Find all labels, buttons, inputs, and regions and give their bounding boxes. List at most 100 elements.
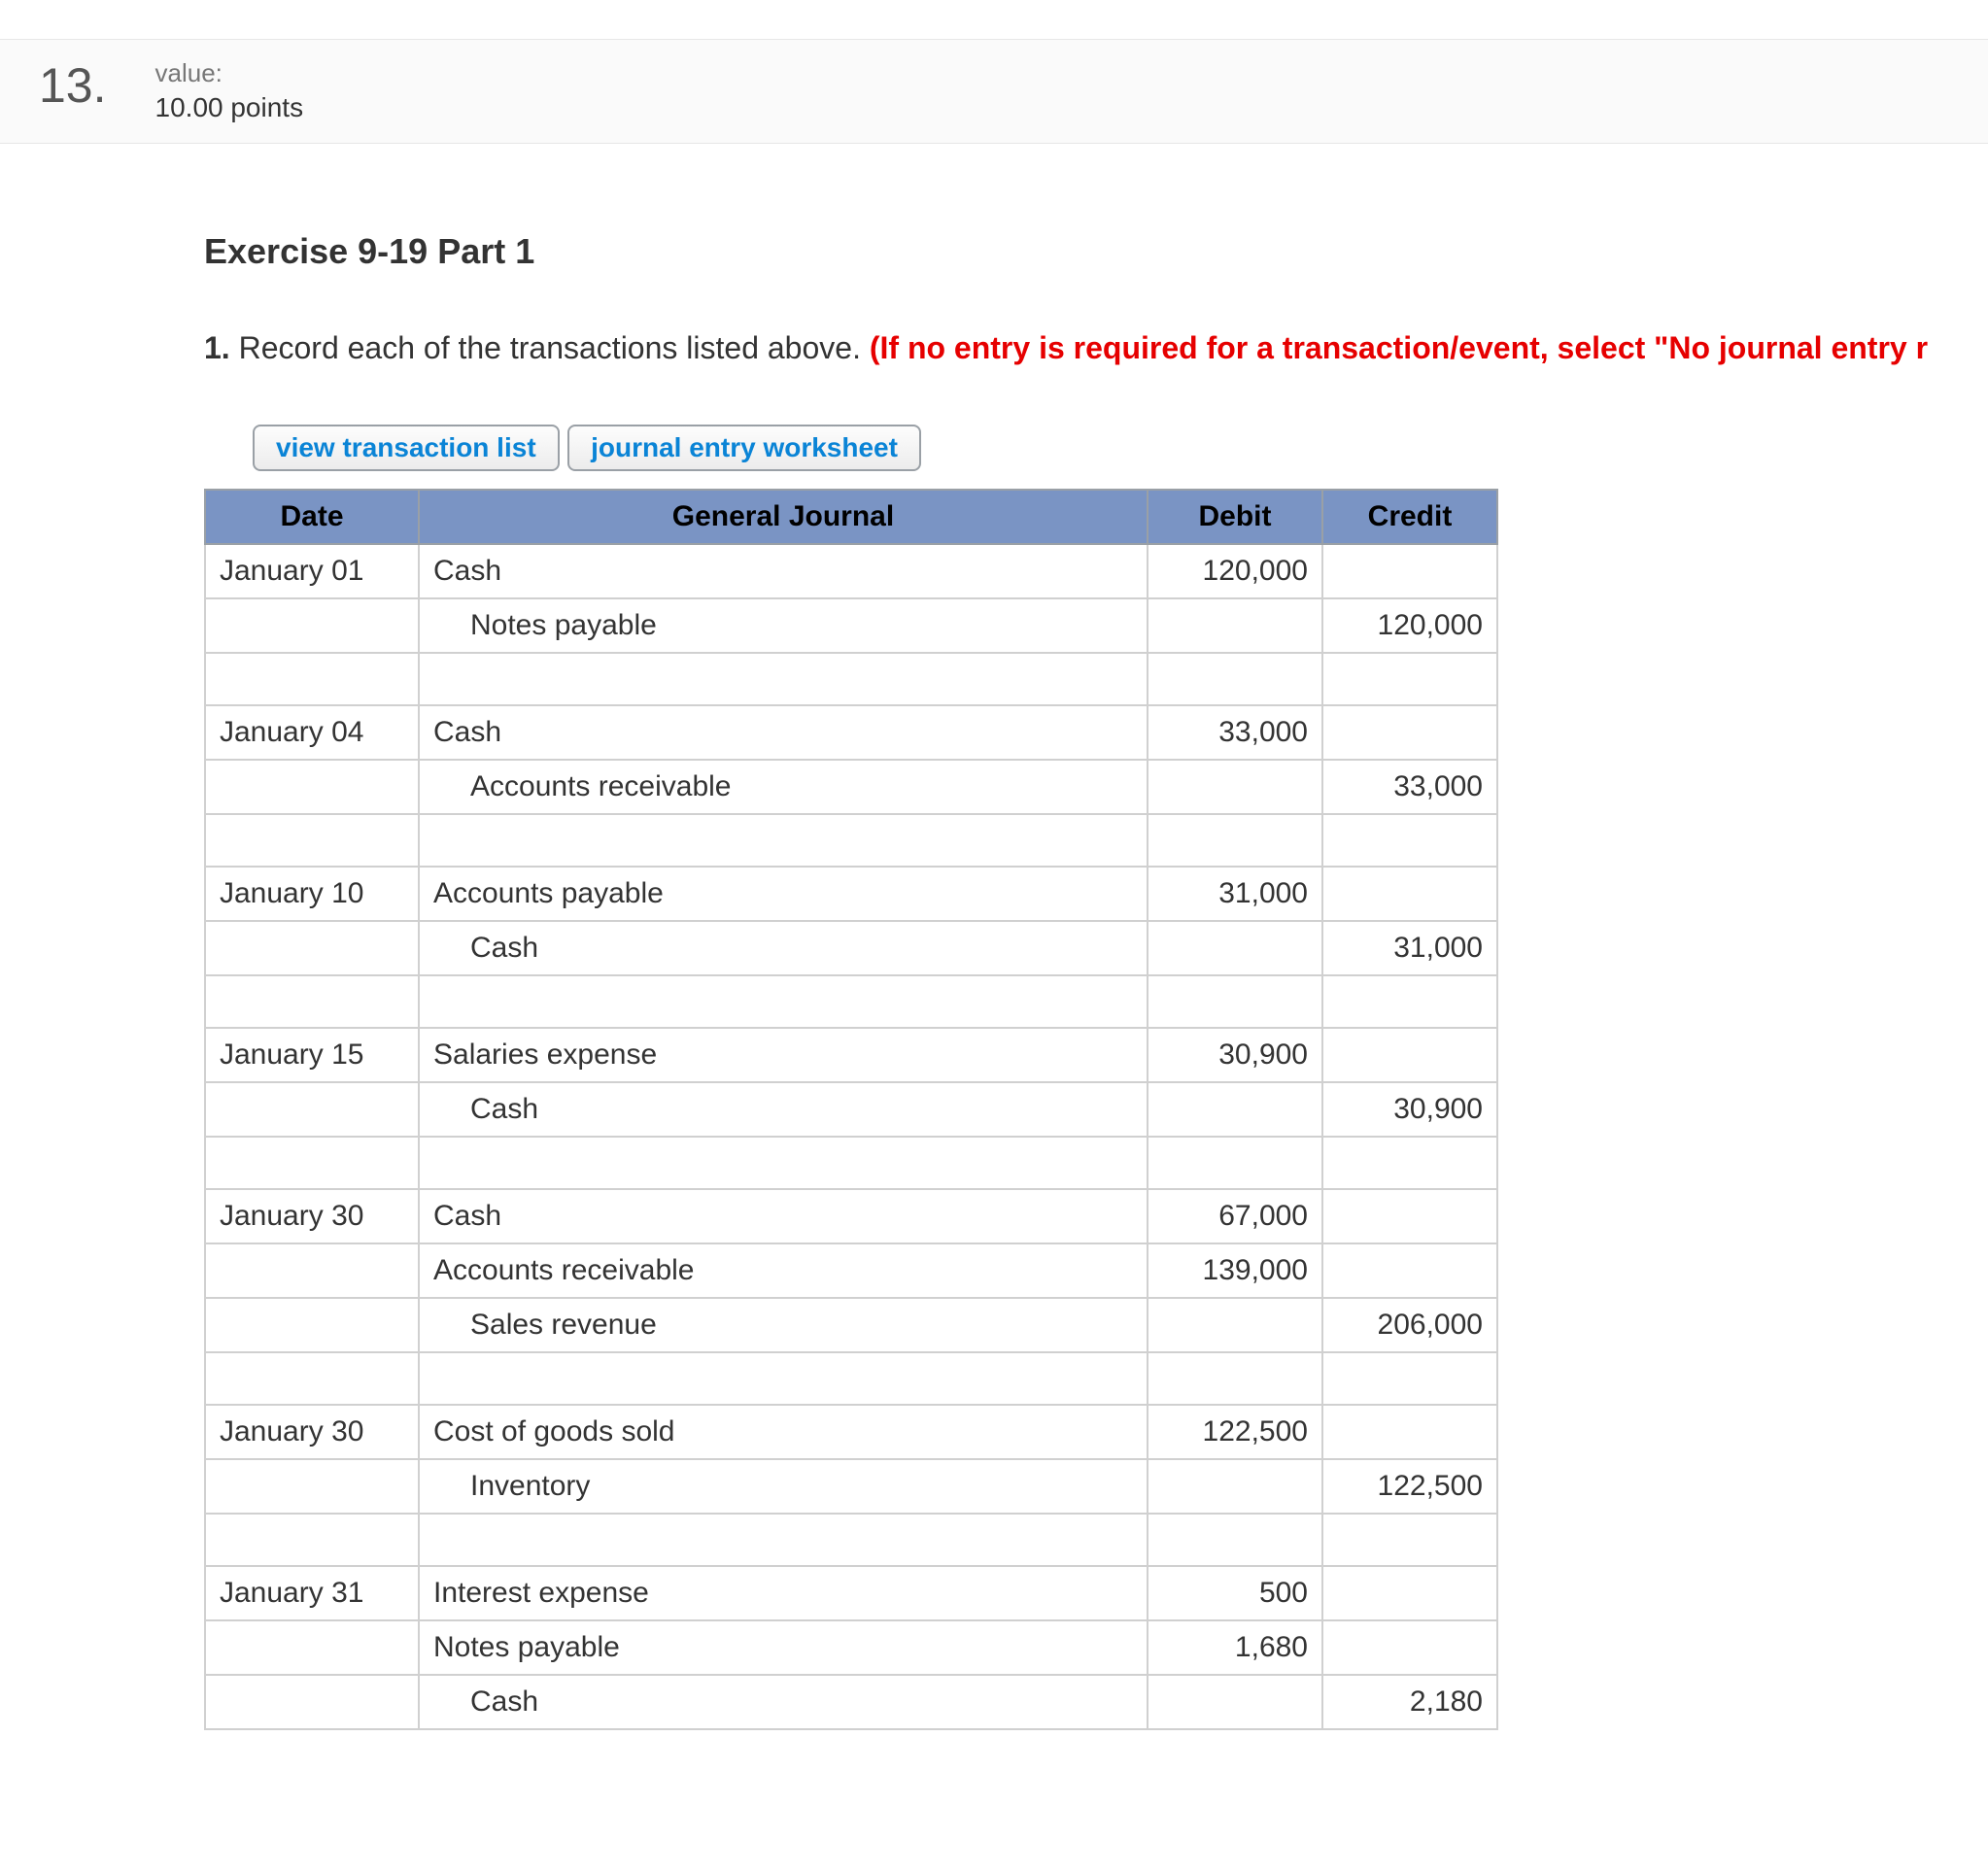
cell-debit[interactable] <box>1148 1298 1322 1352</box>
cell-date[interactable]: January 30 <box>205 1405 419 1459</box>
cell-account[interactable]: Cost of goods sold <box>419 1405 1148 1459</box>
table-row: January 04Cash33,000 <box>205 705 1497 760</box>
cell-debit[interactable] <box>1148 1352 1322 1405</box>
cell-date[interactable] <box>205 598 419 653</box>
cell-credit[interactable] <box>1322 814 1497 867</box>
view-transaction-list-button[interactable]: view transaction list <box>253 425 560 471</box>
cell-debit[interactable]: 122,500 <box>1148 1405 1322 1459</box>
cell-credit[interactable] <box>1322 544 1497 598</box>
cell-debit[interactable]: 500 <box>1148 1566 1322 1620</box>
cell-credit[interactable]: 30,900 <box>1322 1082 1497 1137</box>
cell-credit[interactable] <box>1322 1514 1497 1566</box>
cell-account[interactable]: Cash <box>419 544 1148 598</box>
cell-debit[interactable] <box>1148 653 1322 705</box>
cell-debit[interactable] <box>1148 1459 1322 1514</box>
cell-account[interactable]: Accounts receivable <box>419 1243 1148 1298</box>
cell-date[interactable] <box>205 1082 419 1137</box>
cell-date[interactable] <box>205 760 419 814</box>
cell-account[interactable]: Cash <box>419 705 1148 760</box>
cell-debit[interactable] <box>1148 975 1322 1028</box>
cell-credit[interactable]: 31,000 <box>1322 921 1497 975</box>
cell-debit[interactable]: 31,000 <box>1148 867 1322 921</box>
cell-date[interactable] <box>205 1514 419 1566</box>
cell-date[interactable]: January 30 <box>205 1189 419 1243</box>
cell-debit[interactable]: 33,000 <box>1148 705 1322 760</box>
cell-date[interactable]: January 01 <box>205 544 419 598</box>
cell-account[interactable] <box>419 1137 1148 1189</box>
cell-credit[interactable] <box>1322 1028 1497 1082</box>
cell-account[interactable]: Cash <box>419 921 1148 975</box>
cell-account[interactable] <box>419 1514 1148 1566</box>
cell-debit[interactable] <box>1148 1514 1322 1566</box>
cell-credit[interactable]: 206,000 <box>1322 1298 1497 1352</box>
cell-account[interactable]: Accounts payable <box>419 867 1148 921</box>
cell-credit[interactable] <box>1322 1405 1497 1459</box>
cell-credit[interactable] <box>1322 1352 1497 1405</box>
cell-credit[interactable] <box>1322 1189 1497 1243</box>
cell-account[interactable]: Notes payable <box>419 1620 1148 1675</box>
cell-account[interactable]: Accounts receivable <box>419 760 1148 814</box>
cell-date[interactable] <box>205 1298 419 1352</box>
cell-date[interactable] <box>205 1352 419 1405</box>
cell-date[interactable]: January 31 <box>205 1566 419 1620</box>
cell-account[interactable]: Cash <box>419 1675 1148 1729</box>
cell-account[interactable]: Inventory <box>419 1459 1148 1514</box>
cell-debit[interactable]: 139,000 <box>1148 1243 1322 1298</box>
cell-date[interactable] <box>205 1675 419 1729</box>
cell-debit[interactable] <box>1148 1082 1322 1137</box>
cell-account[interactable]: Interest expense <box>419 1566 1148 1620</box>
cell-account[interactable]: Notes payable <box>419 598 1148 653</box>
cell-credit[interactable]: 120,000 <box>1322 598 1497 653</box>
value-label: value: <box>155 57 304 90</box>
journal-entry-worksheet-button[interactable]: journal entry worksheet <box>567 425 921 471</box>
cell-credit[interactable] <box>1322 1243 1497 1298</box>
journal-table: Date General Journal Debit Credit Januar… <box>204 489 1498 1730</box>
cell-debit[interactable]: 120,000 <box>1148 544 1322 598</box>
cell-date[interactable] <box>205 1459 419 1514</box>
cell-account[interactable] <box>419 814 1148 867</box>
cell-debit[interactable]: 30,900 <box>1148 1028 1322 1082</box>
cell-account[interactable]: Cash <box>419 1189 1148 1243</box>
cell-date[interactable]: January 04 <box>205 705 419 760</box>
cell-credit[interactable] <box>1322 867 1497 921</box>
cell-credit[interactable]: 122,500 <box>1322 1459 1497 1514</box>
question-meta: value: 10.00 points <box>155 57 304 125</box>
cell-debit[interactable] <box>1148 921 1322 975</box>
cell-credit[interactable] <box>1322 705 1497 760</box>
cell-credit[interactable] <box>1322 975 1497 1028</box>
cell-credit[interactable] <box>1322 653 1497 705</box>
cell-date[interactable]: January 10 <box>205 867 419 921</box>
cell-account[interactable] <box>419 975 1148 1028</box>
cell-credit[interactable]: 33,000 <box>1322 760 1497 814</box>
table-row <box>205 653 1497 705</box>
question-header: 13. value: 10.00 points <box>0 39 1988 144</box>
cell-debit[interactable] <box>1148 1675 1322 1729</box>
cell-account[interactable]: Sales revenue <box>419 1298 1148 1352</box>
cell-date[interactable]: January 15 <box>205 1028 419 1082</box>
cell-date[interactable] <box>205 1243 419 1298</box>
cell-credit[interactable] <box>1322 1566 1497 1620</box>
cell-account[interactable] <box>419 653 1148 705</box>
cell-account[interactable] <box>419 1352 1148 1405</box>
cell-date[interactable] <box>205 921 419 975</box>
cell-debit[interactable] <box>1148 598 1322 653</box>
table-row: Notes payable 120,000 <box>205 598 1497 653</box>
cell-date[interactable] <box>205 1137 419 1189</box>
cell-date[interactable] <box>205 653 419 705</box>
cell-date[interactable] <box>205 814 419 867</box>
cell-debit[interactable]: 67,000 <box>1148 1189 1322 1243</box>
cell-account[interactable]: Salaries expense <box>419 1028 1148 1082</box>
cell-debit[interactable] <box>1148 1137 1322 1189</box>
cell-debit[interactable] <box>1148 814 1322 867</box>
cell-account[interactable]: Cash <box>419 1082 1148 1137</box>
cell-credit[interactable] <box>1322 1620 1497 1675</box>
table-row: January 15Salaries expense30,900 <box>205 1028 1497 1082</box>
cell-credit[interactable] <box>1322 1137 1497 1189</box>
cell-debit[interactable] <box>1148 760 1322 814</box>
table-row: Cash 2,180 <box>205 1675 1497 1729</box>
cell-date[interactable] <box>205 975 419 1028</box>
table-row: January 31Interest expense500 <box>205 1566 1497 1620</box>
cell-credit[interactable]: 2,180 <box>1322 1675 1497 1729</box>
cell-date[interactable] <box>205 1620 419 1675</box>
cell-debit[interactable]: 1,680 <box>1148 1620 1322 1675</box>
